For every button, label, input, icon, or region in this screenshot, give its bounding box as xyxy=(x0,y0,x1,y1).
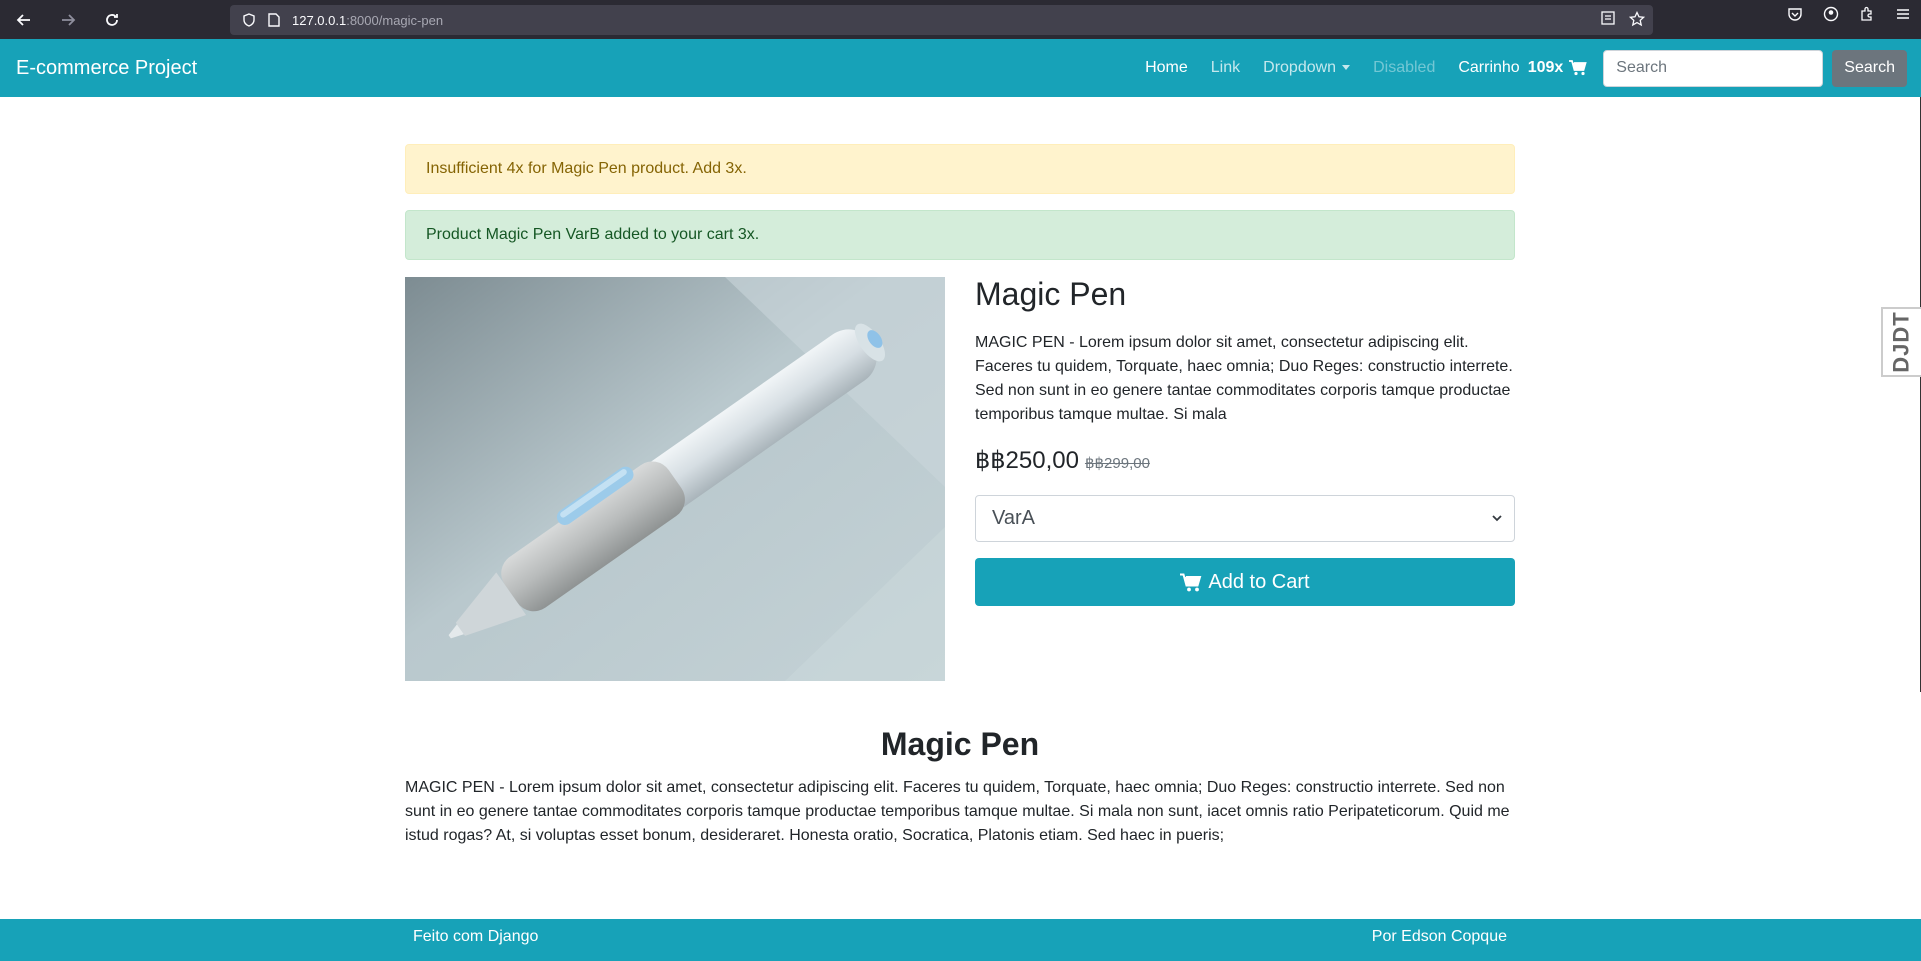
nav-dropdown-label: Dropdown xyxy=(1263,59,1337,76)
debug-toolbar-handle[interactable]: DJDT xyxy=(1881,307,1921,377)
warning-alert: Insufficient 4x for Magic Pen product. A… xyxy=(405,144,1515,194)
navbar-brand[interactable]: E-commerce Project xyxy=(16,57,197,80)
details-description: MAGIC PEN - Lorem ipsum dolor sit amet, … xyxy=(405,779,1510,844)
shopping-cart-icon xyxy=(1569,60,1587,76)
shopping-cart-icon xyxy=(1180,573,1202,591)
product-short-description: MAGIC PEN - Lorem ipsum dolor sit amet, … xyxy=(975,334,1513,423)
chevron-down-icon xyxy=(1492,512,1502,526)
nav-disabled: Disabled xyxy=(1373,59,1436,76)
cart-count: 109x xyxy=(1527,59,1564,76)
browser-toolbar: 127.0.0.1:8000/magic-pen xyxy=(0,0,1921,39)
reload-button[interactable] xyxy=(98,6,126,34)
url-path: :8000/magic-pen xyxy=(346,12,444,28)
nav-link[interactable]: Link xyxy=(1211,59,1240,77)
add-to-cart-label: Add to Cart xyxy=(1208,570,1310,593)
price-block: ฿฿250,00 ฿฿299,00 xyxy=(975,446,1150,475)
shield-icon xyxy=(242,13,256,27)
navbar: E-commerce Project Home Link Dropdown Di… xyxy=(0,39,1921,97)
debug-toolbar-label: DJDT xyxy=(1889,311,1915,373)
bookmark-star-icon[interactable] xyxy=(1628,10,1646,30)
search-button[interactable]: Search xyxy=(1832,49,1907,87)
nav-dropdown[interactable]: Dropdown xyxy=(1263,59,1351,77)
pocket-icon[interactable] xyxy=(1787,6,1803,27)
add-to-cart-button[interactable]: Add to Cart xyxy=(975,558,1515,606)
url-host: 127.0.0.1 xyxy=(292,12,347,28)
variant-select[interactable]: VarA xyxy=(975,495,1515,542)
extensions-icon[interactable] xyxy=(1859,6,1875,27)
menu-icon[interactable] xyxy=(1895,6,1911,27)
details-title: Magic Pen xyxy=(880,726,1040,762)
back-arrow-icon xyxy=(16,13,30,26)
caret-down-icon xyxy=(1342,65,1351,71)
cart-label: Carrinho xyxy=(1458,59,1520,76)
search-input[interactable]: Search xyxy=(1603,49,1824,87)
footer-left-text: Feito com Django xyxy=(413,928,539,945)
page-icon xyxy=(268,13,280,27)
cart-link[interactable]: Carrinho 109x xyxy=(1458,59,1587,77)
footer: Feito com Django Por Edson Copque xyxy=(0,919,1921,961)
forward-button[interactable] xyxy=(54,6,82,34)
product-price: ฿฿250,00 xyxy=(975,447,1079,474)
reload-icon xyxy=(106,13,118,26)
product-title: Magic Pen xyxy=(975,276,1127,312)
success-alert: Product Magic Pen VarB added to your car… xyxy=(405,210,1515,260)
forward-arrow-icon xyxy=(62,13,76,26)
product-old-price: ฿฿299,00 xyxy=(1084,455,1150,472)
footer-right-text: Por Edson Copque xyxy=(1371,928,1507,945)
variant-selected-value: VarA xyxy=(992,507,1035,529)
product-image xyxy=(405,277,945,681)
back-button[interactable] xyxy=(10,6,38,34)
account-icon[interactable] xyxy=(1823,6,1839,27)
reader-view-icon[interactable] xyxy=(1601,11,1615,30)
url-bar[interactable]: 127.0.0.1:8000/magic-pen xyxy=(230,5,1653,35)
nav-home[interactable]: Home xyxy=(1145,59,1188,77)
